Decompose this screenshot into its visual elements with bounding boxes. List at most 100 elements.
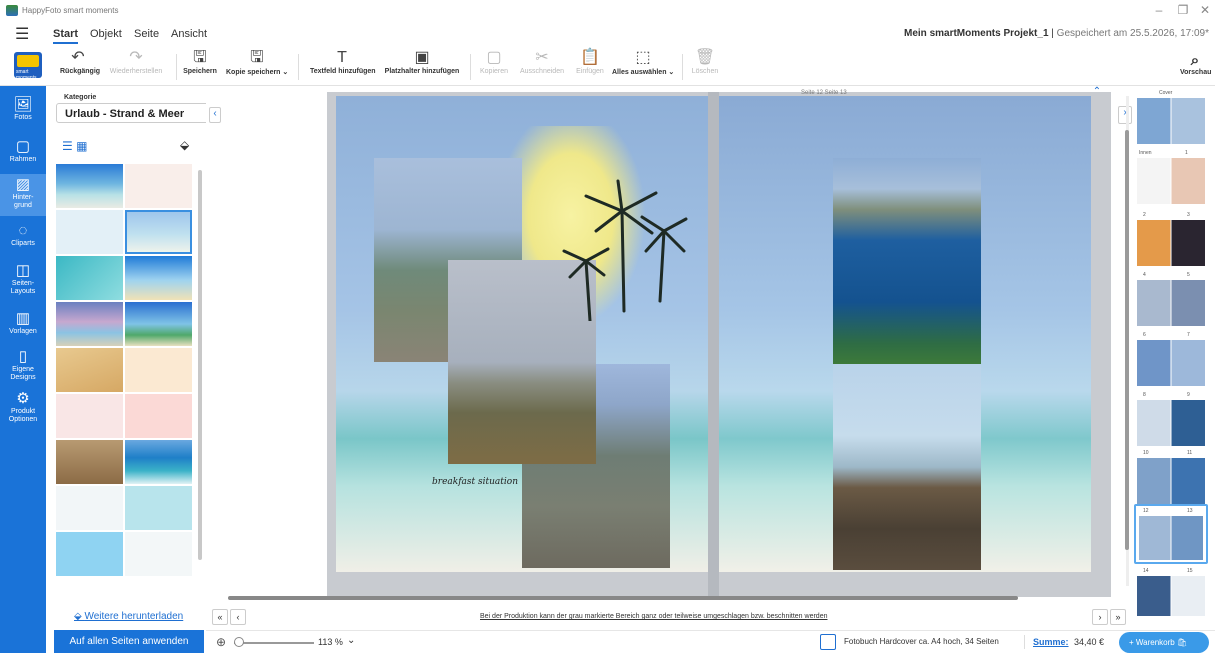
add-textfield-button[interactable]: T Textfeld hinzufügen — [310, 48, 376, 84]
pagelist-thumb[interactable] — [1139, 516, 1203, 560]
menu-seite[interactable]: Seite — [134, 28, 159, 40]
redo-button[interactable]: ↷ Wiederherstellen — [106, 48, 166, 84]
pagelist-thumb[interactable] — [1137, 576, 1205, 616]
background-thumbnail[interactable] — [125, 302, 192, 346]
add-placeholder-button[interactable]: ▣ Platzhalter hinzufügen — [384, 48, 460, 84]
pagelist-thumb[interactable] — [1137, 158, 1205, 204]
add-to-cart-button[interactable]: + Warenkorb 🛍 — [1119, 632, 1209, 653]
background-thumbnail[interactable] — [125, 348, 192, 392]
palm-silhouette-graphic[interactable] — [556, 151, 692, 323]
fill-bucket-icon[interactable]: ⬙ — [180, 138, 189, 152]
cut-button[interactable]: ✂ Ausschneiden — [516, 48, 568, 84]
pagelist-thumb[interactable] — [1137, 458, 1205, 504]
saved-status: Gespeichert am 25.5.2026, 17:09* — [1056, 28, 1209, 39]
preview-button[interactable]: ⌕ Vorschau — [1180, 52, 1211, 76]
previous-page-icon[interactable]: ‹ — [230, 609, 246, 625]
photo-caption[interactable]: breakfast situation — [432, 477, 518, 487]
menu-start[interactable]: Start — [53, 28, 79, 44]
thumbnail-scrollbar[interactable] — [198, 170, 202, 560]
pagelist-scrollbar[interactable] — [1125, 130, 1129, 550]
book-info[interactable]: Fotobuch Hardcover ca. A4 hoch, 34 Seite… — [844, 637, 999, 646]
save-button[interactable]: 🖫 Speichern — [182, 48, 218, 84]
page-left[interactable]: breakfast situation — [336, 96, 708, 572]
clipart-icon: ◌ — [18, 222, 28, 239]
editor-canvas: ‹ Seite 12 Seite 13 breakfast situation — [206, 86, 1116, 603]
expand-pagelist-icon[interactable]: › — [1118, 106, 1132, 124]
book-format-icon[interactable] — [820, 634, 836, 650]
zoom-in-icon[interactable]: ⊕ — [216, 635, 226, 649]
background-thumbnail[interactable] — [56, 210, 123, 254]
background-thumbnail[interactable] — [56, 302, 123, 346]
photo-rock-sea[interactable] — [833, 364, 981, 570]
sidebar-item-cliparts[interactable]: ◌ Cliparts — [0, 222, 46, 256]
pagelist-label: 7 — [1187, 332, 1190, 338]
sum-link[interactable]: Summe: — [1033, 637, 1069, 647]
zoom-dropdown-icon[interactable]: ⌄ — [347, 635, 355, 646]
view-toggle-icon[interactable]: ☰ ▦ — [62, 139, 87, 153]
apply-all-pages-button[interactable]: Auf allen Seiten anwenden — [54, 630, 204, 653]
minimize-icon[interactable]: – — [1148, 3, 1170, 17]
background-thumbnail[interactable] — [56, 394, 123, 438]
delete-button[interactable]: 🗑 Löschen — [690, 48, 720, 84]
undo-button[interactable]: ↶ Rückgängig — [60, 48, 101, 84]
textfield-icon: T — [337, 49, 347, 66]
templates-icon: ▥ — [15, 310, 31, 327]
sidebar-item-seiten-layouts[interactable]: ◫ Seiten- Layouts — [0, 262, 46, 302]
pagelist-thumb[interactable] — [1137, 400, 1205, 446]
background-thumbnail[interactable] — [56, 348, 123, 392]
background-thumbnail[interactable] — [56, 440, 123, 484]
copy-button[interactable]: ▢ Kopieren — [478, 48, 510, 84]
zoom-slider-track[interactable] — [234, 642, 314, 644]
background-thumbnail[interactable] — [56, 486, 123, 530]
background-thumbnail[interactable] — [125, 256, 192, 300]
background-thumbnail[interactable] — [125, 164, 192, 208]
first-page-icon[interactable]: « — [212, 609, 228, 625]
save-copy-icon: 🖫 — [250, 49, 264, 66]
menu-objekt[interactable]: Objekt — [90, 28, 122, 40]
production-notice-link[interactable]: Bei der Produktion kann der grau markier… — [480, 613, 827, 620]
sidebar-item-hintergrund[interactable]: ▨ Hinter- grund — [0, 174, 46, 216]
undo-label: Rückgängig — [60, 68, 101, 75]
page-right[interactable] — [719, 96, 1091, 572]
zoom-slider-handle[interactable] — [234, 637, 244, 647]
maximize-icon[interactable]: ❐ — [1172, 3, 1194, 17]
photo-bay-view[interactable] — [833, 158, 981, 364]
sidebar-item-vorlagen[interactable]: ▥ Vorlagen — [0, 310, 46, 344]
sidebar-item-produkt-optionen[interactable]: ⚙ Produkt Optionen — [0, 390, 46, 430]
pagelist-thumb-cover[interactable] — [1137, 98, 1205, 144]
background-thumbnail[interactable] — [125, 532, 192, 576]
next-page-icon[interactable]: › — [1092, 609, 1108, 625]
pagelist-thumb[interactable] — [1137, 220, 1205, 266]
pagelist-thumb[interactable] — [1137, 340, 1205, 386]
sidebar-item-rahmen[interactable]: ▢ Rahmen — [0, 138, 46, 174]
download-more-link[interactable]: ⬙ Weitere herunterladen — [74, 611, 183, 622]
photobook-spread: Seite 12 Seite 13 breakfast situation — [327, 90, 1111, 597]
trash-icon: 🗑 — [694, 49, 716, 66]
page-navigation: « ‹ Bei der Produktion kann der grau mar… — [206, 606, 1126, 628]
close-icon[interactable]: ✕ — [1194, 3, 1215, 17]
pagelist-label: Innen — [1139, 150, 1152, 156]
sidebar-item-fotos[interactable]: 🖼 Fotos — [0, 96, 46, 136]
background-thumbnail[interactable] — [125, 394, 192, 438]
add-placeholder-label: Platzhalter hinzufügen — [384, 68, 460, 75]
paste-label: Einfügen — [576, 68, 604, 75]
background-thumbnail[interactable] — [125, 440, 192, 484]
sidebar-item-eigene-designs[interactable]: ▯ Eigene Designs — [0, 348, 46, 388]
menu-ansicht[interactable]: Ansicht — [171, 28, 207, 40]
horizontal-scrollbar[interactable] — [228, 596, 1018, 600]
toolbar-divider — [298, 54, 299, 80]
background-thumbnail[interactable] — [125, 486, 192, 530]
last-page-icon[interactable]: » — [1110, 609, 1126, 625]
pagelist-thumb[interactable] — [1137, 280, 1205, 326]
save-copy-button[interactable]: 🖫 Kopie speichern ⌄ — [226, 48, 288, 84]
background-thumbnail[interactable] — [56, 532, 123, 576]
background-thumbnail-selected[interactable] — [125, 210, 192, 254]
collapse-panel-icon[interactable]: ‹ — [209, 107, 221, 123]
paste-button[interactable]: 📋 Einfügen — [572, 48, 608, 84]
chevron-up-icon[interactable]: ⌃ — [1090, 86, 1104, 98]
background-thumbnail[interactable] — [56, 164, 123, 208]
background-thumbnail[interactable] — [56, 256, 123, 300]
hamburger-menu-icon[interactable]: ☰ — [15, 24, 29, 44]
select-all-button[interactable]: ⬚ Alles auswählen ⌄ — [612, 48, 674, 84]
own-designs-icon: ▯ — [18, 348, 28, 365]
